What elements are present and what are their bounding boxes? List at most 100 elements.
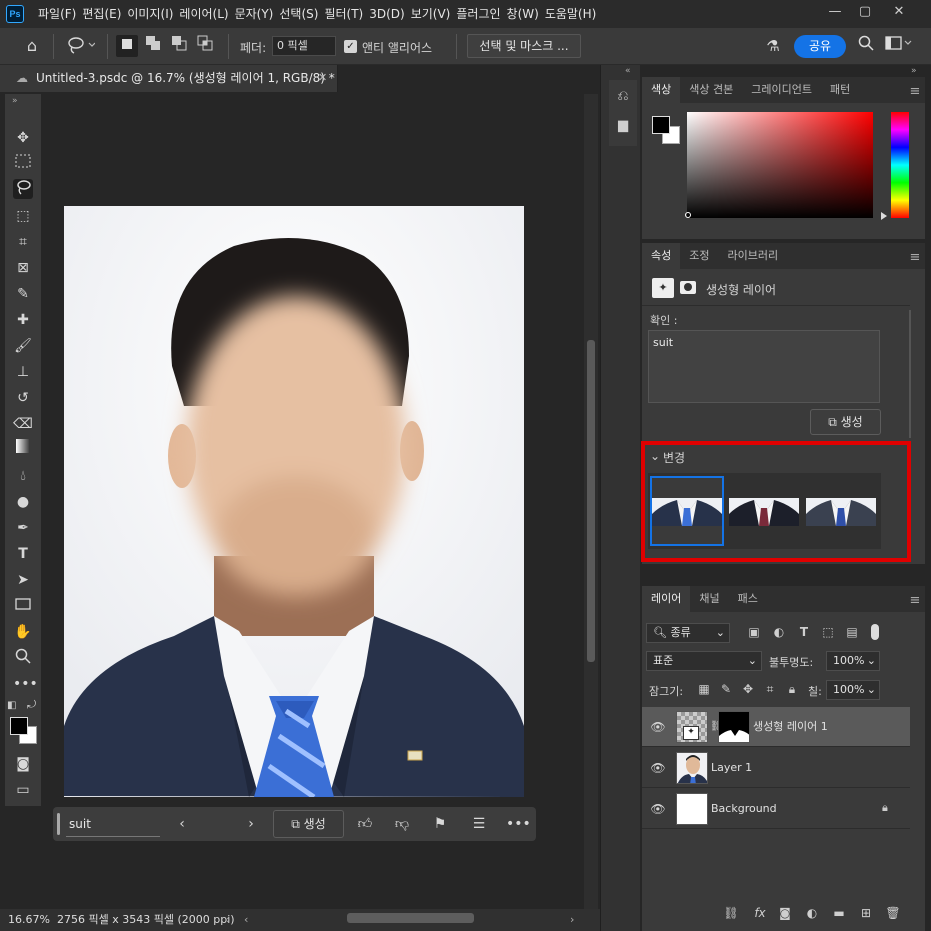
crop-tool-icon[interactable]: ⌗ <box>13 232 33 252</box>
new-layer-icon[interactable]: ⊞ <box>858 906 874 920</box>
layer-style-fx-icon[interactable]: fx <box>751 906 769 920</box>
filter-adjustment-icon[interactable]: ◐ <box>771 625 787 639</box>
document-tab[interactable]: ☁ Untitled-3.psdc @ 16.7% (생성형 레이어 1, RG… <box>0 65 338 92</box>
status-expand-icon[interactable]: › <box>226 913 230 926</box>
filter-shape-icon[interactable]: ⬚ <box>820 625 836 639</box>
lock-image-icon[interactable]: ✎ <box>719 682 733 696</box>
screen-mode-icon[interactable]: ▭ <box>13 780 33 800</box>
add-mask-icon[interactable]: ◙ <box>777 906 793 920</box>
generate-button[interactable]: ⧉ 생성 <box>810 409 881 435</box>
clone-stamp-tool-icon[interactable]: ⊥ <box>13 362 33 382</box>
comments-panel-icon[interactable]: ▆ <box>613 118 633 133</box>
link-layers-icon[interactable]: ⛓ <box>723 906 739 920</box>
foreground-color-swatch[interactable] <box>10 717 28 735</box>
marquee-tool-icon[interactable] <box>13 154 33 174</box>
minimize-icon[interactable]: — <box>820 1 850 23</box>
lock-artboard-icon[interactable]: ⌗ <box>763 682 777 697</box>
tab-properties[interactable]: 속성 <box>642 243 681 269</box>
path-selection-tool-icon[interactable]: ➤ <box>13 570 33 590</box>
thumbs-down-icon[interactable]: 👎︎ <box>392 813 412 835</box>
flag-icon[interactable]: ⚑ <box>430 813 450 835</box>
menu-plugins[interactable]: 플러그인 <box>456 0 506 28</box>
menu-3d[interactable]: 3D(D) <box>369 0 410 28</box>
pen-tool-icon[interactable]: ✒ <box>13 518 33 538</box>
tab-swatches[interactable]: 색상 견본 <box>680 77 742 103</box>
zoom-level[interactable]: 16.67% <box>8 909 50 931</box>
collapse-icons-icon[interactable]: « <box>625 66 631 76</box>
filter-pixel-icon[interactable]: ▣ <box>746 625 762 639</box>
collapse-panels-icon[interactable]: » <box>911 66 917 76</box>
type-tool-icon[interactable]: T <box>13 544 33 564</box>
previous-variation-icon[interactable]: ‹ <box>172 813 192 835</box>
lock-position-icon[interactable]: ✥ <box>741 682 755 696</box>
select-and-mask-button[interactable]: 선택 및 마스크 ... <box>467 34 581 58</box>
next-variation-icon[interactable]: › <box>241 813 261 835</box>
object-selection-tool-icon[interactable]: ⬚ <box>13 206 33 226</box>
color-panel-menu-icon[interactable]: ≡ <box>907 84 923 99</box>
brush-tool-icon[interactable]: 🖌︎ <box>13 336 33 356</box>
visibility-eye-icon[interactable]: 👁︎ <box>650 719 666 735</box>
horizontal-scroll-thumb[interactable] <box>347 913 474 923</box>
hue-slider[interactable] <box>891 112 909 218</box>
layer-mask-thumbnail[interactable] <box>718 711 750 743</box>
properties-panel-menu-icon[interactable]: ≡ <box>907 250 923 265</box>
layer-lock-icon[interactable]: 🔒︎ <box>882 801 888 815</box>
close-icon[interactable]: ✕ <box>884 1 914 23</box>
menu-edit[interactable]: 편집(E) <box>82 0 127 28</box>
search-icon[interactable] <box>856 35 876 57</box>
menu-layer[interactable]: 레이어(L) <box>179 0 234 28</box>
gradient-tool-icon[interactable] <box>13 439 33 459</box>
lock-transparent-icon[interactable]: ▦ <box>697 682 711 696</box>
more-tools-icon[interactable]: ••• <box>13 674 38 694</box>
prompt-textarea[interactable]: suit <box>648 330 880 403</box>
tab-patterns[interactable]: 패턴 <box>821 77 859 103</box>
workspace-icon[interactable] <box>884 35 914 57</box>
collapse-toolbar-icon[interactable]: » <box>12 96 18 106</box>
adjustment-layer-icon[interactable]: ◐ <box>804 906 820 920</box>
drag-handle[interactable] <box>57 813 60 835</box>
maximize-icon[interactable]: ▢ <box>850 1 880 23</box>
home-icon[interactable]: ⌂ <box>20 35 44 57</box>
document-image[interactable] <box>64 206 524 797</box>
layer-filter-select[interactable]: 🔍︎ 종류 ⌄ <box>646 623 730 643</box>
opacity-input[interactable]: 100% ⌄ <box>826 651 880 671</box>
hue-slider-handle[interactable] <box>881 212 887 220</box>
more-options-icon[interactable]: ••• <box>506 813 531 835</box>
vertical-scroll-thumb[interactable] <box>587 340 595 662</box>
color-picker-field[interactable] <box>687 112 873 218</box>
menu-view[interactable]: 보기(V) <box>411 0 457 28</box>
layer-row-layer1[interactable]: 👁︎ Layer 1 <box>642 748 910 788</box>
tab-gradients[interactable]: 그레이디언트 <box>742 77 821 103</box>
settings-sliders-icon[interactable]: ☰ <box>469 813 489 835</box>
zoom-tool-icon[interactable] <box>13 648 33 668</box>
menu-select[interactable]: 선택(S) <box>279 0 324 28</box>
move-tool-icon[interactable]: ✥ <box>13 128 33 148</box>
swap-colors-icon[interactable]: ⤾ <box>27 698 36 712</box>
history-brush-tool-icon[interactable]: ↺ <box>13 388 33 408</box>
dodge-tool-icon[interactable]: ● <box>13 492 33 512</box>
eyedropper-tool-icon[interactable]: ✎ <box>13 284 33 304</box>
rectangle-tool-icon[interactable] <box>13 596 33 616</box>
lasso-preset-icon[interactable] <box>62 35 98 57</box>
contextual-generate-button[interactable]: ⧉ 생성 <box>273 810 344 838</box>
layer-row-background[interactable]: 👁︎ Background 🔒︎ <box>642 789 910 829</box>
color-picker-cursor[interactable] <box>685 212 691 218</box>
visibility-eye-icon[interactable]: 👁︎ <box>650 760 666 776</box>
tab-adjustments[interactable]: 조정 <box>680 243 718 269</box>
menu-filter[interactable]: 필터(T) <box>324 0 369 28</box>
menu-window[interactable]: 창(W) <box>507 0 545 28</box>
menu-help[interactable]: 도움말(H) <box>545 0 603 28</box>
properties-scrollbar[interactable] <box>909 310 911 438</box>
menu-image[interactable]: 이미지(I) <box>127 0 179 28</box>
tab-libraries[interactable]: 라이브러리 <box>719 243 788 269</box>
close-tab-icon[interactable]: ✕ <box>318 71 327 84</box>
scroll-right-icon[interactable]: › <box>570 913 574 926</box>
blur-tool-icon[interactable]: 💧︎ <box>13 466 33 486</box>
tab-paths[interactable]: 패스 <box>729 586 767 612</box>
menu-type[interactable]: 문자(Y) <box>235 0 280 28</box>
new-selection-icon[interactable] <box>116 35 138 57</box>
lasso-tool-icon[interactable] <box>13 179 33 199</box>
healing-brush-tool-icon[interactable]: ✚ <box>13 310 33 330</box>
default-colors-icon[interactable]: ◧ <box>7 700 16 711</box>
new-group-icon[interactable]: ▬ <box>831 906 847 920</box>
